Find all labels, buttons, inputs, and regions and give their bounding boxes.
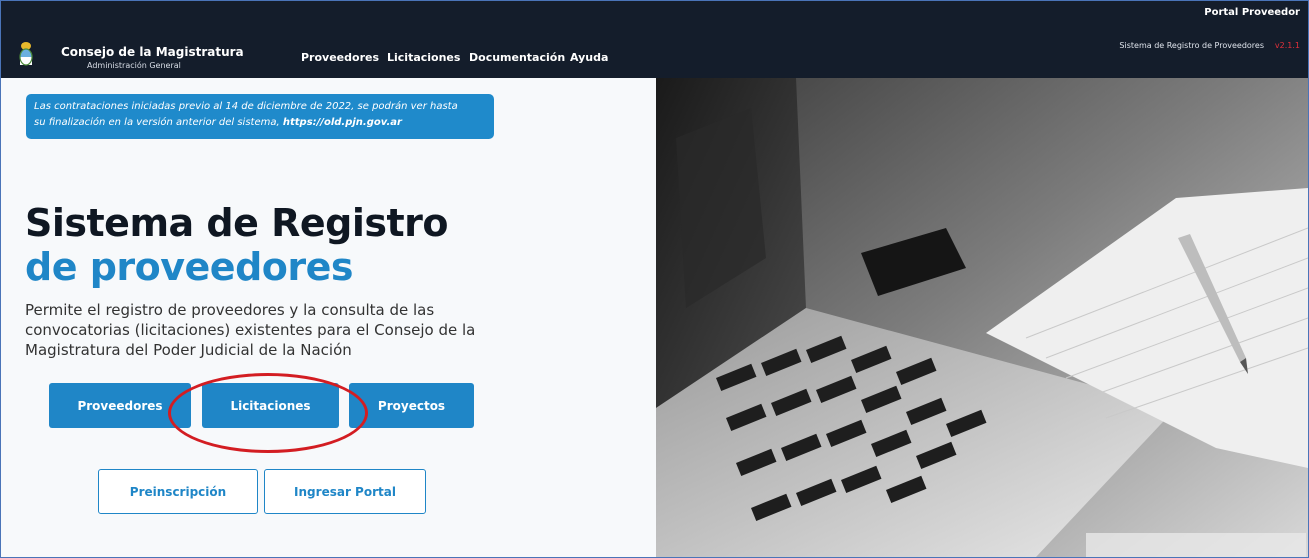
brand-subtitle: Administración General (87, 61, 181, 70)
hero-description: Permite el registro de proveedores y la … (25, 301, 476, 359)
notice-text-line1: Las contrataciones iniciadas previo al 1… (34, 101, 458, 112)
nav-licitaciones[interactable]: Licitaciones (387, 51, 460, 64)
hero-title-line2: de proveedores (25, 245, 354, 289)
notice-text-line2: su finalización en la versión anterior d… (34, 117, 283, 128)
proyectos-button[interactable]: Proyectos (349, 383, 474, 428)
page-frame: Consejo de la Magistratura Administració… (0, 0, 1309, 558)
laptop-photo-image (656, 78, 1308, 557)
brand-title[interactable]: Consejo de la Magistratura (61, 45, 244, 59)
top-navbar: Consejo de la Magistratura Administració… (1, 1, 1308, 78)
proveedores-button[interactable]: Proveedores (49, 383, 191, 428)
preinscripcion-button[interactable]: Preinscripción (98, 469, 258, 514)
ingresar-portal-button[interactable]: Ingresar Portal (264, 469, 426, 514)
coat-of-arms-logo-icon[interactable] (19, 41, 33, 67)
version-badge: v2.1.1 (1274, 41, 1300, 50)
nav-documentacion[interactable]: Documentación (469, 51, 565, 64)
notice-banner: Las contrataciones iniciadas previo al 1… (26, 94, 494, 139)
old-system-link[interactable]: https://old.pjn.gov.ar (283, 117, 402, 128)
licitaciones-button[interactable]: Licitaciones (202, 383, 339, 428)
portal-proveedor-link[interactable]: Portal Proveedor (1204, 7, 1300, 18)
system-name: Sistema de Registro de Proveedores (1119, 41, 1264, 50)
hero-title-line1: Sistema de Registro (25, 201, 449, 245)
nav-ayuda[interactable]: Ayuda (570, 51, 608, 64)
nav-proveedores[interactable]: Proveedores (301, 51, 379, 64)
